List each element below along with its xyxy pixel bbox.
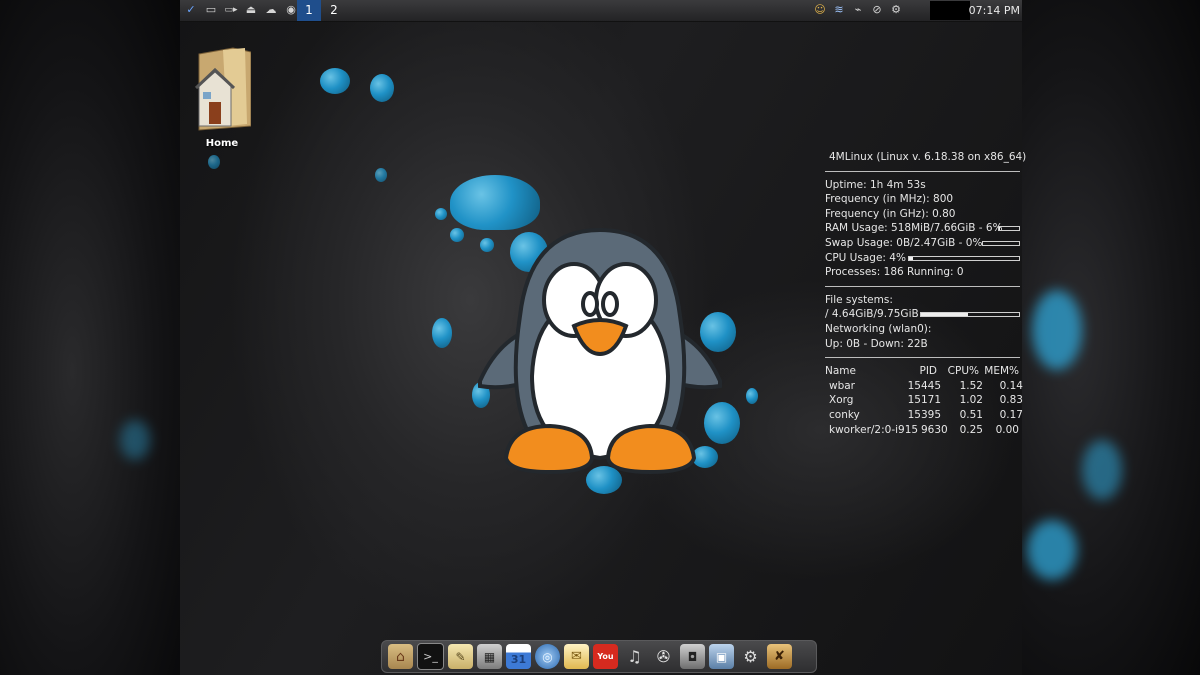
usb-icon[interactable]: ⌁ bbox=[850, 2, 866, 18]
divider bbox=[825, 170, 1020, 172]
system-tray: ☺ ≋ ⌁ ⊘ ⚙ bbox=[812, 2, 904, 18]
proc-mem: 0.14 bbox=[999, 379, 1023, 392]
network-traffic-text: Up: 0B - Down: 22B bbox=[825, 337, 928, 350]
proc-pid: 15445 bbox=[907, 379, 941, 392]
battery-icon[interactable]: ▭▸ bbox=[223, 2, 239, 18]
processes-text: Processes: 186 Running: 0 bbox=[825, 266, 964, 279]
process-table-header: Name PID CPU% MEM% bbox=[825, 364, 1020, 379]
clock[interactable]: 07:14 PM bbox=[969, 0, 1020, 21]
dock-mail-icon[interactable]: ✉ bbox=[564, 644, 589, 669]
dock-terminal-icon[interactable]: >_ bbox=[417, 643, 444, 670]
left-letterbox-blur bbox=[0, 0, 180, 675]
proc-cpu: 1.52 bbox=[959, 379, 983, 392]
proc-mem: 0.83 bbox=[999, 394, 1023, 407]
proc-name: Xorg bbox=[829, 394, 854, 407]
dock-system-settings-icon[interactable]: ⚙ bbox=[738, 644, 763, 669]
cpu-usage-text: CPU Usage: 4% bbox=[825, 251, 906, 264]
wifi-icon[interactable]: ≋ bbox=[831, 2, 847, 18]
conky-title: 4MLinux (Linux v. 6.18.38 on x86_64) bbox=[829, 151, 1027, 163]
proc-mem: 0.17 bbox=[999, 408, 1023, 421]
proc-pid: 15395 bbox=[907, 408, 941, 421]
proc-mem: 0.00 bbox=[995, 423, 1019, 436]
table-row: kworker/2:0-i915 9630 0.25 0.00 bbox=[825, 423, 1020, 438]
paperclip-icon[interactable]: ⊘ bbox=[869, 2, 885, 18]
fs-root-text: / 4.64GiB/9.75GiB bbox=[825, 308, 919, 321]
fs-root-fill bbox=[921, 313, 969, 317]
col-mem: MEM% bbox=[984, 365, 1019, 378]
table-row: wbar 15445 1.52 0.14 bbox=[825, 379, 1023, 394]
filesystems-label: File systems: bbox=[825, 293, 893, 306]
proc-name: kworker/2:0-i915 bbox=[829, 423, 919, 436]
cpu-usage-row: CPU Usage: 4% bbox=[825, 251, 1020, 266]
col-cpu: CPU% bbox=[947, 365, 979, 378]
proc-cpu: 1.02 bbox=[959, 394, 983, 407]
drive-icon[interactable]: ▭ bbox=[203, 2, 219, 18]
ram-usage-fill bbox=[999, 227, 1001, 231]
penguin-mascot bbox=[478, 227, 722, 475]
dock-screenshot-icon[interactable]: ▣ bbox=[709, 644, 734, 669]
tray-placeholder bbox=[930, 1, 970, 20]
networking-label: Networking (wlan0): bbox=[825, 322, 932, 335]
proc-cpu: 0.25 bbox=[959, 423, 983, 436]
ram-usage-bar bbox=[998, 226, 1020, 232]
swap-usage-text: Swap Usage: 0B/2.47GiB - 0% bbox=[825, 236, 983, 249]
frequency-mhz-text: Frequency (in MHz): 800 bbox=[825, 193, 954, 206]
table-row: conky 15395 0.51 0.17 bbox=[825, 408, 1023, 423]
uptime-text: Uptime: 1h 4m 53s bbox=[825, 178, 926, 191]
col-pid: PID bbox=[919, 365, 937, 378]
application-dock: ⌂ >_ ✎ ▦ 31 ◎ ✉ You ♫ ✇ ◘ ▣ ⚙ ✘ bbox=[381, 640, 817, 673]
col-name: Name bbox=[825, 365, 856, 378]
home-folder-icon bbox=[194, 47, 252, 131]
fs-root-row: / 4.64GiB/9.75GiB bbox=[825, 307, 1020, 322]
dock-text-editor-icon[interactable]: ✎ bbox=[448, 644, 473, 669]
ram-usage-text: RAM Usage: 518MiB/7.66GiB - 6% bbox=[825, 222, 1003, 235]
fs-root-bar bbox=[920, 312, 1020, 318]
dock-home-folder-icon[interactable]: ⌂ bbox=[388, 644, 413, 669]
proc-name: conky bbox=[829, 408, 860, 421]
workspace-1-button[interactable]: 1 bbox=[297, 0, 321, 21]
dock-camera-icon[interactable]: ◘ bbox=[680, 644, 705, 669]
cpu-usage-bar bbox=[908, 255, 1020, 261]
conky-system-monitor: 4MLinux (Linux v. 6.18.38 on x86_64) Upt… bbox=[825, 150, 1027, 438]
dock-video-player-icon[interactable]: ✇ bbox=[651, 644, 676, 669]
proc-name: wbar bbox=[829, 379, 856, 392]
dock-calculator-icon[interactable]: ▦ bbox=[477, 644, 502, 669]
cpu-usage-fill bbox=[909, 256, 914, 260]
frequency-ghz-text: Frequency (in GHz): 0.80 bbox=[825, 207, 956, 220]
divider bbox=[825, 357, 1020, 359]
network-icon[interactable]: ☁ bbox=[263, 2, 279, 18]
menu-icon[interactable]: ✓ bbox=[183, 2, 199, 18]
desktop-icon-label: Home bbox=[205, 138, 239, 149]
user-icon[interactable]: ☺ bbox=[812, 2, 828, 18]
dock-tools-icon[interactable]: ✘ bbox=[767, 644, 792, 669]
workspace-2-button[interactable]: 2 bbox=[322, 0, 346, 21]
swap-usage-bar bbox=[982, 240, 1020, 246]
ram-usage-row: RAM Usage: 518MiB/7.66GiB - 6% bbox=[825, 221, 1020, 236]
proc-cpu: 0.51 bbox=[959, 408, 983, 421]
top-panel: ✓ ▭ ▭▸ ⏏ ☁ ◉ 1 2 ☺ ≋ ⌁ ⊘ ⚙ 07:14 PM bbox=[180, 0, 1022, 22]
dock-calendar-icon[interactable]: 31 bbox=[506, 644, 531, 669]
right-letterbox-blur bbox=[1022, 0, 1200, 675]
dock-web-browser-icon[interactable]: ◎ bbox=[535, 644, 560, 669]
dock-youtube-icon[interactable]: You bbox=[593, 644, 618, 669]
proc-pid: 9630 bbox=[921, 423, 948, 436]
desktop-icon-home[interactable]: Home bbox=[193, 46, 252, 149]
eject-icon[interactable]: ⏏ bbox=[243, 2, 259, 18]
table-row: Xorg 15171 1.02 0.83 bbox=[825, 393, 1023, 408]
proc-pid: 15171 bbox=[907, 394, 941, 407]
divider bbox=[825, 285, 1020, 287]
dock-audio-player-icon[interactable]: ♫ bbox=[622, 644, 647, 669]
swap-usage-row: Swap Usage: 0B/2.47GiB - 0% bbox=[825, 236, 1020, 251]
settings-icon[interactable]: ⚙ bbox=[888, 2, 904, 18]
launcher-tray: ✓ ▭ ▭▸ ⏏ ☁ ◉ bbox=[183, 2, 299, 18]
